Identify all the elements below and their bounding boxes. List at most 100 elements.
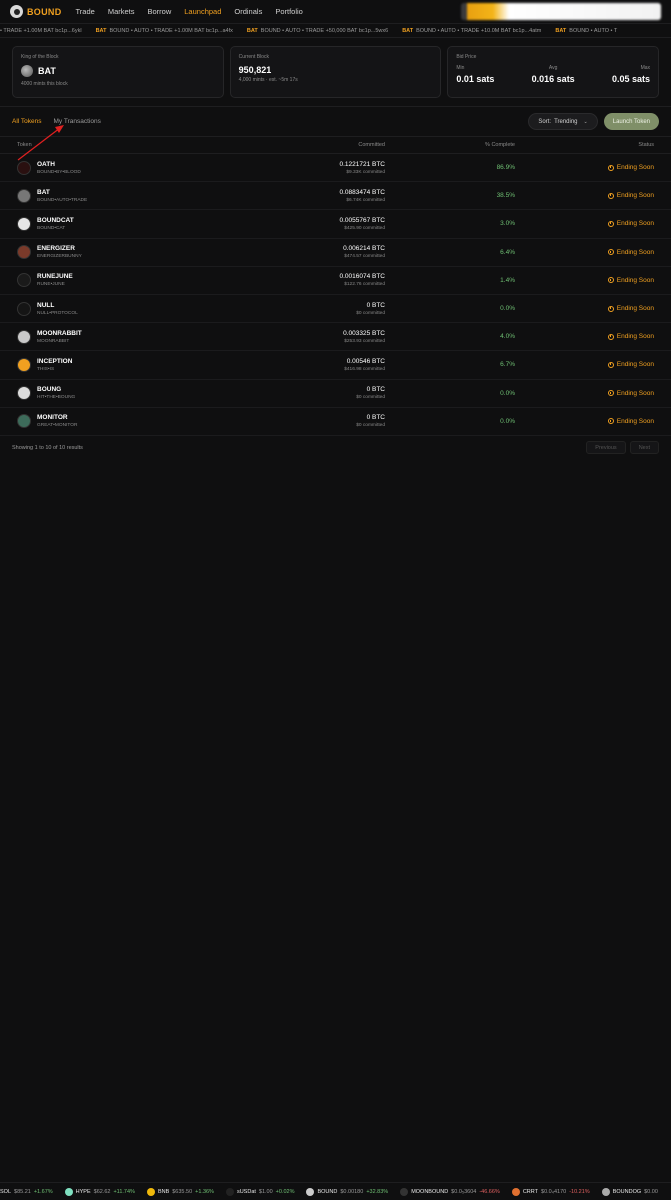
token-subname: NULL•PROTOCOL [37, 310, 78, 316]
status-badge: Ending Soon [616, 276, 654, 284]
nav-item-portfolio[interactable]: Portfolio [275, 7, 303, 16]
clock-icon [607, 220, 614, 227]
bat-token-icon [21, 65, 33, 77]
price-ticker-item[interactable]: BOUND $0.00180 +32.83% [306, 1187, 389, 1196]
table-row[interactable]: MOONRABBIT MOONRABBIT 0.003325 BTC $253.… [0, 323, 671, 352]
token-icon [17, 245, 31, 260]
price-ticker-item[interactable]: SOL $85.21 +1.67% [0, 1189, 53, 1195]
clock-icon [607, 164, 614, 171]
committed-usd: $425.90 committed [344, 225, 385, 231]
table-row[interactable]: INCEPTION THIS•IS 0.00546 BTC $416.98 co… [0, 351, 671, 380]
committed-btc: 0 BTC [366, 386, 385, 394]
ticker-symbol: BAT [246, 27, 258, 34]
token-cell: MOONRABBIT MOONRABBIT [17, 329, 217, 344]
token-cell: BOUNG HIT•THE•BOUNG [17, 386, 217, 401]
coin-symbol: BNB [157, 1188, 170, 1195]
tab-all-tokens[interactable]: All Tokens [12, 118, 42, 125]
price-ticker-item[interactable]: HYPE $62.62 +11.74% [64, 1187, 135, 1196]
price-ticker-item[interactable]: CRRT $0.0₄4170 -10.21% [511, 1187, 590, 1196]
table-row[interactable]: MONITOR GREAT•MONITOR 0 BTC $0 committed… [0, 408, 671, 436]
token-name: NULL [37, 301, 55, 309]
ticker-text: BOUND • AUTO • TRADE +50,000 BAT bc1p...… [260, 27, 389, 34]
table-footer: Showing 1 to 10 of 10 results Previous N… [0, 436, 671, 460]
top-header: BOUND Trade Markets Borrow Launchpad Ordinal… [0, 0, 671, 24]
price-ticker-item[interactable]: sUSDat $1.00 +0.02% [225, 1187, 295, 1196]
previous-button[interactable]: Previous [586, 441, 626, 455]
percent-complete: 38.5% [496, 192, 515, 200]
coin-price: $62.62 [93, 1188, 111, 1195]
committed-usd: $9.33K committed [346, 169, 385, 175]
status-cell: Ending Soon [515, 220, 654, 227]
committed-cell: 0 BTC $0 committed [217, 414, 385, 428]
token-cell: BOUNDCAT BOUND•CAT [17, 216, 217, 231]
table-row[interactable]: BOUNDCAT BOUND•CAT 0.0055767 BTC $425.90… [0, 210, 671, 239]
coin-icon [400, 1187, 409, 1196]
nav-item-ordinals[interactable]: Ordinals [234, 7, 262, 16]
status-badge: Ending Soon [616, 417, 654, 425]
table-row[interactable]: BOUNG HIT•THE•BOUNG 0 BTC $0 committed 0… [0, 380, 671, 408]
table-row[interactable]: RUNEJUNE RUNE•JUNE 0.0016074 BTC $122.76… [0, 267, 671, 295]
nav-item-launchpad[interactable]: Launchpad [184, 7, 221, 16]
bid-avg-label: Avg [548, 65, 558, 71]
status-badge: Ending Soon [616, 220, 654, 228]
committed-usd: $253.93 committed [344, 338, 385, 344]
king-of-block-card: King of the Block BAT 4000 mints this bl… [12, 46, 224, 98]
table-row[interactable]: OATH BOUND•BY•BLOOD 0.1221721 BTC $9.33K… [0, 154, 671, 183]
ticker-text: BOUND • AUTO • TRADE +1.00M BAT bc1p...a… [109, 27, 233, 34]
token-name: BAT [37, 188, 50, 196]
logo-icon [10, 5, 23, 18]
tab-my-transactions[interactable]: My Transactions [54, 118, 101, 125]
committed-cell: 0.003325 BTC $253.93 committed [217, 330, 385, 344]
next-button[interactable]: Next [629, 441, 659, 455]
price-ticker-item[interactable]: BNB $635.50 +1.36% [146, 1187, 214, 1196]
nav-item-borrow[interactable]: Borrow [148, 7, 172, 16]
wallet-area-blurred[interactable] [461, 3, 661, 20]
brand-logo[interactable]: BOUND [10, 5, 62, 18]
header-token: Token [17, 142, 32, 148]
token-icon [17, 301, 31, 316]
token-name: BOUNDCAT [37, 216, 74, 224]
committed-btc: 0.0016074 BTC [339, 273, 385, 281]
table-row[interactable]: NULL NULL•PROTOCOL 0 BTC $0 committed 0.… [0, 295, 671, 324]
token-subname: GREAT•MONITOR [37, 423, 78, 429]
committed-btc: 0.0055767 BTC [339, 216, 385, 224]
ticker-item: BAT BOUND • AUTO • TRADE +10.0M BAT bc1p.… [402, 28, 541, 34]
committed-cell: 0.0883474 BTC $6.74K committed [217, 189, 385, 203]
coin-price: $85.21 [14, 1188, 31, 1195]
coin-symbol: SOL [0, 1188, 12, 1195]
status-badge: Ending Soon [616, 192, 654, 200]
sort-dropdown[interactable]: Sort: Trending ⌄ [528, 113, 598, 130]
coin-change: +0.02% [275, 1188, 295, 1195]
committed-btc: 0.00546 BTC [346, 357, 385, 365]
token-subname: THIS•IS [37, 366, 55, 372]
ticker-item: BAT BOUND • AUTO • T [555, 28, 617, 34]
token-name: MONITOR [37, 414, 68, 422]
token-subname: RUNE•JUNE [37, 282, 65, 288]
token-icon [17, 273, 31, 288]
bid-max-value: 0.05 sats [611, 74, 651, 84]
coin-icon [64, 1187, 73, 1196]
price-ticker-item[interactable]: BOUNDOG $0.00 [601, 1187, 661, 1196]
table-row[interactable]: BAT BOUND•AUTO•TRADE 0.0883474 BTC $6.74… [0, 182, 671, 211]
coin-icon [511, 1187, 520, 1196]
token-cell: MONITOR GREAT•MONITOR [17, 414, 217, 429]
committed-usd: $0 committed [356, 310, 385, 316]
token-subname: BOUND•AUTO•TRADE [37, 197, 88, 203]
status-badge: Ending Soon [616, 333, 654, 341]
coin-price: $635.50 [172, 1188, 193, 1195]
nav-item-markets[interactable]: Markets [108, 7, 135, 16]
table-row[interactable]: ENERGIZER ENERGIZERBUNNY 0.006214 BTC $4… [0, 239, 671, 267]
ticker-item: BAT BOUND • AUTO • TRADE +50,000 BAT bc1p… [247, 28, 388, 34]
coin-change: +32.83% [366, 1188, 389, 1195]
block-value: 950,821 [238, 65, 272, 75]
launch-token-button[interactable]: Launch Token [603, 113, 659, 130]
nav-item-trade[interactable]: Trade [76, 7, 95, 16]
committed-cell: 0 BTC $0 committed [217, 302, 385, 316]
price-ticker-item[interactable]: MOONBOUND $0.0₅3604 -46.66% [400, 1187, 500, 1196]
coin-symbol: HYPE [75, 1188, 91, 1195]
coin-icon [146, 1187, 155, 1196]
coin-price: $0.0₄4170 [541, 1188, 567, 1195]
token-subname: ENERGIZERBUNNY [37, 254, 82, 260]
status-badge: Ending Soon [616, 248, 654, 256]
current-block-card: Current Block 950,821 4,000 mints · est.… [229, 46, 442, 98]
